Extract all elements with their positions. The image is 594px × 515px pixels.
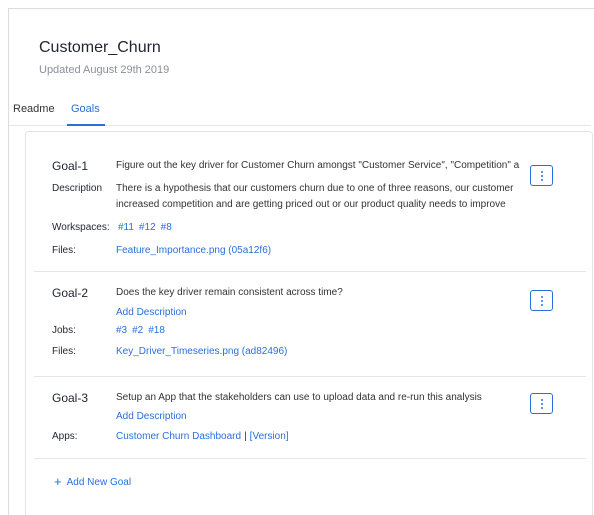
add-description-link[interactable]: Add Description bbox=[116, 411, 187, 422]
workspace-links: #11 #12 #8 bbox=[118, 222, 177, 233]
app-window: Customer_Churn Updated August 29th 2019 … bbox=[8, 8, 594, 515]
goal-1-menu-button[interactable] bbox=[530, 165, 553, 186]
divider bbox=[34, 376, 586, 377]
jobs-label: Jobs: bbox=[52, 325, 76, 336]
project-title: Customer_Churn bbox=[39, 39, 161, 56]
tab-readme[interactable]: Readme bbox=[13, 103, 55, 115]
active-tab-indicator bbox=[67, 124, 105, 126]
app-links: Customer Churn Dashboard | [Version] bbox=[116, 431, 294, 442]
workspace-link[interactable]: #11 bbox=[118, 222, 134, 233]
goal-2-menu-button[interactable] bbox=[530, 290, 553, 311]
description-label: Description bbox=[52, 183, 103, 194]
file-link[interactable]: Feature_Importance.png (05a12f6) bbox=[116, 245, 271, 256]
goal-3-menu-button[interactable] bbox=[530, 393, 553, 414]
files-label: Files: bbox=[52, 245, 76, 256]
project-updated-date: Updated August 29th 2019 bbox=[39, 64, 170, 76]
job-link[interactable]: #18 bbox=[148, 325, 165, 336]
app-link[interactable]: Customer Churn Dashboard bbox=[116, 431, 241, 442]
workspaces-label: Workspaces: bbox=[52, 222, 110, 233]
add-description-link[interactable]: Add Description bbox=[116, 307, 187, 318]
add-new-goal-label: Add New Goal bbox=[66, 477, 132, 488]
kebab-icon bbox=[540, 398, 543, 409]
separator: | bbox=[244, 431, 247, 442]
goals-card: Goal-1 Figure out the key driver for Cus… bbox=[25, 131, 593, 515]
goal-description-line: increased competition and are getting pr… bbox=[116, 199, 506, 210]
goal-key: Goal-3 bbox=[52, 391, 89, 405]
job-link[interactable]: #3 bbox=[116, 325, 127, 336]
divider bbox=[34, 271, 586, 272]
goal-item-3: Goal-3 Setup an App that the stakeholder… bbox=[52, 391, 564, 451]
plus-icon: + bbox=[54, 474, 62, 489]
kebab-icon bbox=[540, 295, 543, 306]
tab-bar: Readme Goals bbox=[9, 95, 591, 126]
goal-key: Goal-1 bbox=[52, 159, 89, 173]
goal-title: Does the key driver remain consistent ac… bbox=[116, 287, 343, 298]
goal-key: Goal-2 bbox=[52, 286, 89, 300]
tab-goals[interactable]: Goals bbox=[71, 103, 100, 115]
goal-item-2: Goal-2 Does the key driver remain consis… bbox=[52, 286, 564, 357]
goal-title: Setup an App that the stakeholders can u… bbox=[116, 392, 482, 403]
job-links: #3 #2 #18 bbox=[116, 325, 170, 336]
apps-label: Apps: bbox=[52, 431, 78, 442]
goal-title: Figure out the key driver for Customer C… bbox=[116, 160, 520, 171]
goal-description-line: There is a hypothesis that our customers… bbox=[116, 183, 514, 194]
add-new-goal-button[interactable]: + Add New Goal bbox=[54, 473, 132, 489]
files-label: Files: bbox=[52, 346, 76, 357]
kebab-icon bbox=[540, 170, 543, 181]
file-link[interactable]: Key_Driver_Timeseries.png (ad82496) bbox=[116, 346, 287, 357]
workspace-link[interactable]: #12 bbox=[139, 222, 156, 233]
version-link[interactable]: [Version] bbox=[250, 431, 289, 442]
job-link[interactable]: #2 bbox=[132, 325, 143, 336]
goal-item-1: Goal-1 Figure out the key driver for Cus… bbox=[52, 159, 564, 259]
divider bbox=[34, 458, 586, 459]
workspace-link[interactable]: #8 bbox=[161, 222, 172, 233]
